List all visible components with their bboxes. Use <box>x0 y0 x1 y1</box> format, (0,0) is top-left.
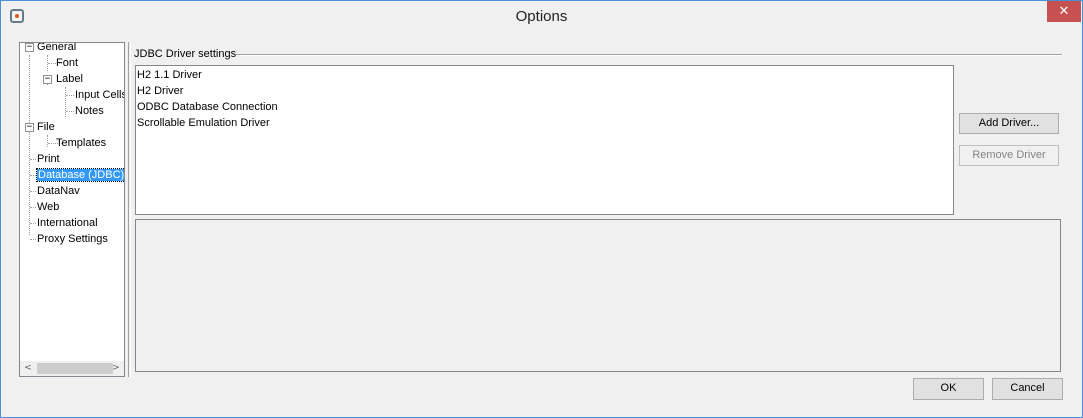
section-title: JDBC Driver settings <box>134 48 237 60</box>
dialog-content: − − − General Font Label Input Cells Not… <box>9 32 1074 410</box>
tree-horizontal-scrollbar[interactable]: < > <box>19 361 125 377</box>
driver-details-panel <box>135 219 1061 372</box>
title-bar[interactable]: Options ✕ <box>1 1 1082 31</box>
tree-connector-line <box>30 175 36 176</box>
window-title: Options <box>515 8 568 25</box>
remove-driver-button[interactable]: Remove Driver <box>959 145 1059 166</box>
close-button[interactable]: ✕ <box>1047 1 1081 22</box>
list-item[interactable]: ODBC Database Connection <box>137 99 278 115</box>
panel-splitter[interactable] <box>128 42 131 377</box>
tree-connector-line <box>30 223 36 224</box>
close-icon: ✕ <box>1058 4 1070 19</box>
options-tree[interactable]: − − − General Font Label Input Cells Not… <box>19 42 125 377</box>
scroll-right-icon[interactable]: > <box>108 361 124 376</box>
tree-connector-line <box>30 191 36 192</box>
tree-connector-line <box>30 207 36 208</box>
tree-connector-line <box>66 111 74 112</box>
tree-item-proxy-settings[interactable]: Proxy Settings <box>37 231 108 247</box>
tree-item-templates[interactable]: Templates <box>56 135 106 151</box>
collapse-icon[interactable]: − <box>25 123 34 132</box>
tree-item-label[interactable]: Label <box>56 71 83 87</box>
list-item[interactable]: Scrollable Emulation Driver <box>137 115 270 131</box>
tree-connector-line <box>30 159 36 160</box>
cancel-button[interactable]: Cancel <box>992 378 1063 400</box>
options-window: Options ✕ − − − General Font Label Input… <box>0 0 1083 418</box>
tree-connector-line <box>66 95 74 96</box>
add-driver-button[interactable]: Add Driver... <box>959 113 1059 134</box>
tree-item-input-cells[interactable]: Input Cells <box>75 87 124 103</box>
tree-item-notes[interactable]: Notes <box>75 103 104 119</box>
tree-item-print[interactable]: Print <box>37 151 60 167</box>
driver-list[interactable]: H2 1.1 Driver H2 Driver ODBC Database Co… <box>135 65 954 215</box>
tree-item-general[interactable]: General <box>37 43 76 55</box>
list-item[interactable]: H2 Driver <box>137 83 183 99</box>
collapse-icon[interactable]: − <box>25 43 34 52</box>
tree-connector-line <box>29 55 30 235</box>
scroll-thumb[interactable] <box>37 363 113 374</box>
tree-item-web[interactable]: Web <box>37 199 59 215</box>
ok-button[interactable]: OK <box>913 378 984 400</box>
tree-item-file[interactable]: File <box>37 119 55 135</box>
tree-connector-line <box>65 87 66 117</box>
tree-item-font[interactable]: Font <box>56 55 78 71</box>
tree-connector-line <box>30 239 36 240</box>
scroll-left-icon[interactable]: < <box>20 361 36 376</box>
tree-connector-line <box>47 135 48 147</box>
tree-item-datanav[interactable]: DataNav <box>37 183 80 199</box>
list-item[interactable]: H2 1.1 Driver <box>137 67 202 83</box>
section-divider <box>236 54 1062 56</box>
tree-item-database-jdbc[interactable]: Database (JDBC) <box>35 167 124 183</box>
tree-item-international[interactable]: International <box>37 215 98 231</box>
collapse-icon[interactable]: − <box>43 75 52 84</box>
